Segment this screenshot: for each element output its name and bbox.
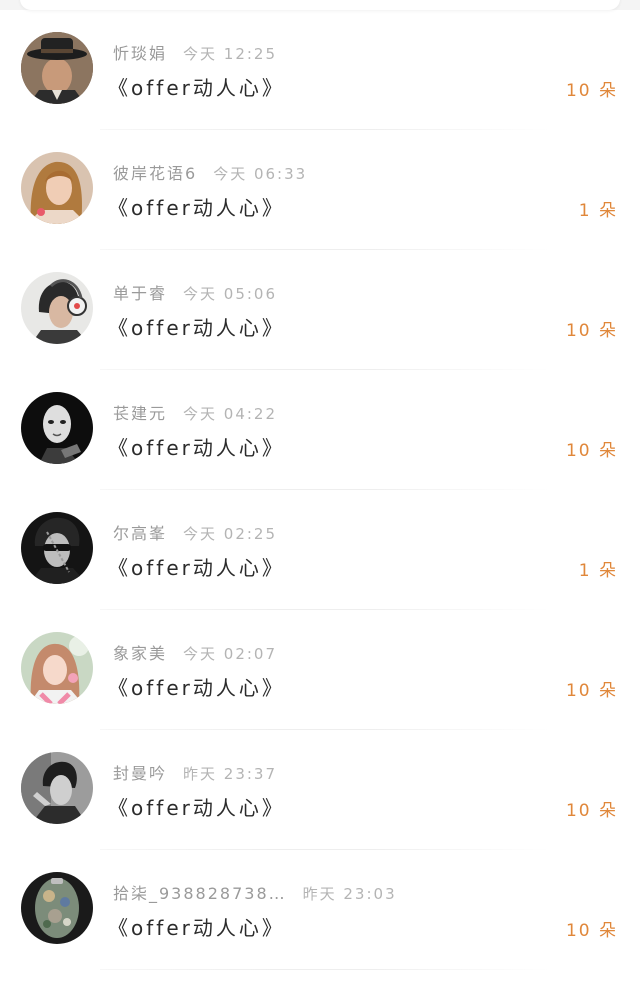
flower-count: 1 朵 — [578, 561, 618, 581]
flower-count: 10 朵 — [565, 441, 618, 461]
timestamp: 昨天 23:03 — [302, 885, 397, 903]
avatar[interactable] — [21, 872, 93, 944]
user-name[interactable]: 苌建元 — [113, 400, 167, 424]
flower-count: 10 朵 — [565, 801, 618, 821]
show-title: 《offer动人心》 — [108, 556, 285, 580]
list-item[interactable]: 忻琰娟 今天 12:25 《offer动人心》 10 朵 — [0, 10, 640, 130]
avatar[interactable] — [21, 152, 93, 224]
show-title: 《offer动人心》 — [108, 676, 285, 700]
timestamp: 今天 04:22 — [183, 405, 278, 423]
list-item[interactable]: 单于睿 今天 05:06 《offer动人心》 10 朵 — [0, 250, 640, 370]
show-title: 《offer动人心》 — [108, 796, 285, 820]
user-name[interactable]: 单于睿 — [113, 280, 167, 304]
previous-card-edge — [20, 0, 620, 10]
timestamp: 今天 12:25 — [183, 45, 278, 63]
show-title: 《offer动人心》 — [108, 316, 285, 340]
list-item[interactable]: 封曼吟 昨天 23:37 《offer动人心》 10 朵 — [0, 730, 640, 850]
user-name[interactable]: 封曼吟 — [113, 760, 167, 784]
show-title: 《offer动人心》 — [108, 76, 285, 100]
flower-count: 10 朵 — [565, 681, 618, 701]
user-name[interactable]: 彼岸花语6 — [113, 160, 197, 184]
list-item[interactable]: 象家美 今天 02:07 《offer动人心》 10 朵 — [0, 610, 640, 730]
timestamp: 今天 02:07 — [183, 645, 278, 663]
user-name[interactable]: 象家美 — [113, 640, 167, 664]
avatar[interactable] — [21, 632, 93, 704]
show-title: 《offer动人心》 — [108, 436, 285, 460]
avatar[interactable] — [21, 392, 93, 464]
list-item[interactable]: 尔高峯 今天 02:25 《offer动人心》 1 朵 — [0, 490, 640, 610]
flower-count: 10 朵 — [565, 921, 618, 941]
avatar[interactable] — [21, 512, 93, 584]
list-item[interactable]: 苌建元 今天 04:22 《offer动人心》 10 朵 — [0, 370, 640, 490]
avatar[interactable] — [21, 32, 93, 104]
divider — [100, 969, 550, 970]
list-item[interactable]: 彼岸花语6 今天 06:33 《offer动人心》 1 朵 — [0, 130, 640, 250]
timestamp: 今天 05:06 — [183, 285, 278, 303]
timestamp: 今天 02:25 — [183, 525, 278, 543]
flower-count: 10 朵 — [565, 321, 618, 341]
gift-list: 忻琰娟 今天 12:25 《offer动人心》 10 朵 彼岸花语6 今天 06… — [0, 10, 640, 970]
user-name[interactable]: 尔高峯 — [113, 520, 167, 544]
timestamp: 今天 06:33 — [213, 165, 308, 183]
show-title: 《offer动人心》 — [108, 196, 285, 220]
show-title: 《offer动人心》 — [108, 916, 285, 940]
timestamp: 昨天 23:37 — [183, 765, 278, 783]
avatar[interactable] — [21, 272, 93, 344]
flower-count: 10 朵 — [565, 81, 618, 101]
user-name[interactable]: 忻琰娟 — [113, 40, 167, 64]
flower-count: 1 朵 — [578, 201, 618, 221]
list-item[interactable]: 拾柒_938828738… 昨天 23:03 《offer动人心》 10 朵 — [0, 850, 640, 970]
avatar[interactable] — [21, 752, 93, 824]
user-name[interactable]: 拾柒_938828738… — [113, 880, 287, 904]
